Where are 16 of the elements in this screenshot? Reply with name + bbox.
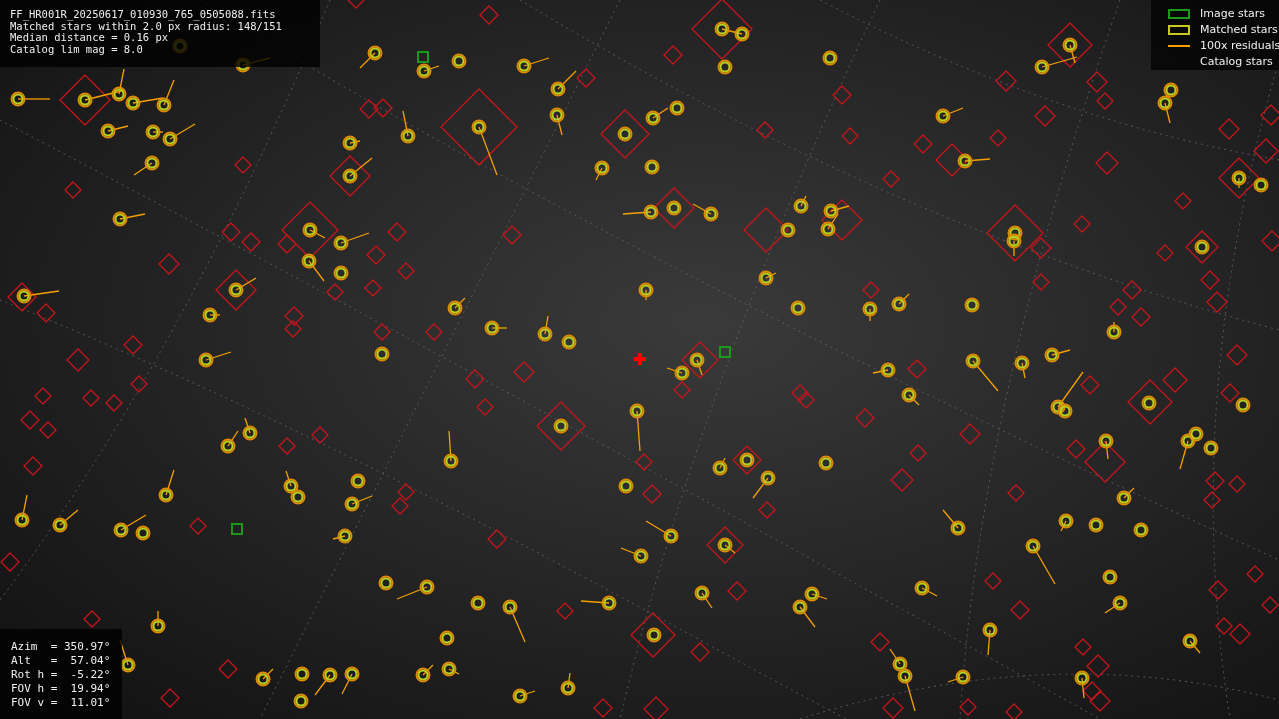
legend-label: Matched stars <box>1200 21 1278 38</box>
legend-swatch-icon <box>1168 25 1190 35</box>
info-line: Matched stars within 2.0 px radius: 148/151 <box>10 20 283 32</box>
info-line: FF_HR001R_20250617_010930_765_0505088.fits <box>10 9 277 21</box>
pointing-line: FOV h = 19.94° <box>11 682 112 696</box>
legend-swatch-icon <box>1168 9 1190 19</box>
pointing-line: Alt = 57.04° <box>11 654 112 668</box>
legend-label: 100x residuals <box>1200 37 1279 54</box>
pointing-line: FOV v = 11.01° <box>11 696 112 710</box>
legend-label: Catalog stars <box>1200 53 1273 70</box>
info-line: Median distance = 0.16 px <box>10 32 169 44</box>
pointing-line: Rot h = -5.22° <box>11 668 112 682</box>
info-line: Catalog lim mag = 8.0 <box>10 43 144 55</box>
legend-label: Image stars <box>1200 5 1265 22</box>
legend-line-icon <box>1168 45 1190 47</box>
pointing-line: Azim = 350.97° <box>11 640 112 654</box>
